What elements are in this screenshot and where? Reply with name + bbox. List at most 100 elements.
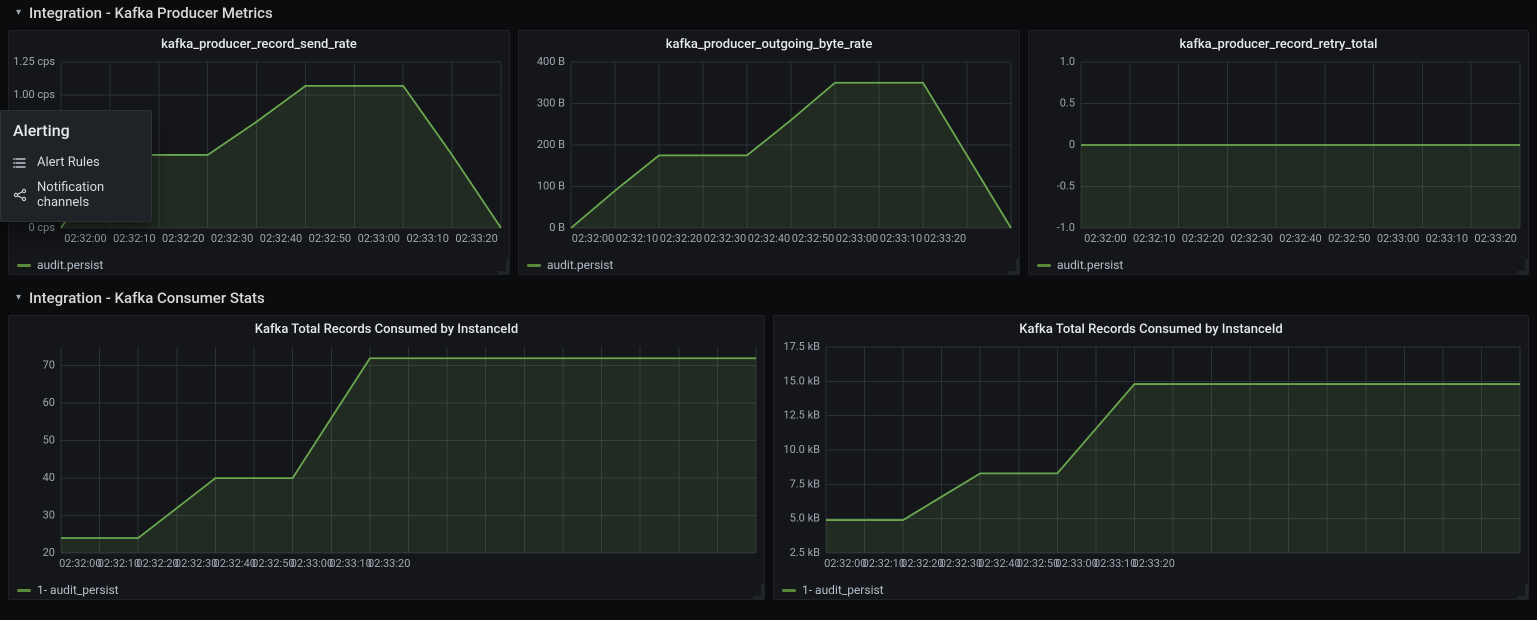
legend-swatch: [1037, 264, 1051, 267]
panel-records-consumed[interactable]: Kafka Total Records Consumed by Instance…: [8, 315, 765, 600]
alerting-popover: Alerting Alert Rules Notification channe…: [0, 110, 152, 222]
svg-text:02:33:00: 02:33:00: [358, 232, 400, 245]
legend-swatch: [17, 589, 31, 592]
popover-title: Alerting: [13, 121, 151, 140]
svg-text:02:32:20: 02:32:20: [1182, 232, 1224, 245]
panel-title: kafka_producer_outgoing_byte_rate: [519, 31, 1019, 56]
legend-label: audit.persist: [37, 258, 103, 272]
legend-swatch: [17, 264, 31, 267]
legend[interactable]: audit.persist: [519, 254, 1019, 278]
svg-text:200 B: 200 B: [537, 138, 565, 151]
svg-text:02:32:50: 02:32:50: [309, 232, 351, 245]
svg-text:02:32:30: 02:32:30: [1231, 232, 1273, 245]
svg-text:1.00 cps: 1.00 cps: [13, 88, 55, 101]
panel-retry-total[interactable]: kafka_producer_record_retry_total -1.0-0…: [1028, 30, 1529, 275]
svg-text:02:33:00: 02:33:00: [1055, 557, 1097, 570]
svg-text:20: 20: [43, 546, 55, 559]
svg-text:02:33:20: 02:33:20: [924, 232, 966, 245]
svg-text:02:32:50: 02:32:50: [1017, 557, 1059, 570]
svg-text:400 B: 400 B: [537, 56, 565, 68]
svg-text:02:32:50: 02:32:50: [252, 557, 294, 570]
svg-text:50: 50: [43, 434, 55, 447]
svg-text:02:33:20: 02:33:20: [368, 557, 410, 570]
svg-text:02:33:10: 02:33:10: [1094, 557, 1136, 570]
chart-svg: 2.5 kB5.0 kB7.5 kB10.0 kB12.5 kB15.0 kB1…: [774, 341, 1528, 575]
resize-handle-icon[interactable]: [1517, 259, 1528, 274]
resize-handle-icon[interactable]: [1008, 259, 1019, 274]
svg-text:02:32:30: 02:32:30: [211, 232, 253, 245]
chevron-down-icon: ▾: [16, 292, 21, 303]
svg-text:0.5: 0.5: [1060, 97, 1075, 110]
chart-svg: -1.0-0.500.51.002:32:0002:32:1002:32:200…: [1029, 56, 1528, 250]
svg-text:02:32:30: 02:32:30: [704, 232, 746, 245]
svg-text:02:32:40: 02:32:40: [260, 232, 302, 245]
legend-label: audit.persist: [1057, 258, 1123, 272]
svg-text:02:32:50: 02:32:50: [792, 232, 834, 245]
svg-text:02:32:40: 02:32:40: [978, 557, 1020, 570]
panel-title: kafka_producer_record_retry_total: [1029, 31, 1528, 56]
svg-text:02:33:20: 02:33:20: [455, 232, 497, 245]
svg-text:02:32:20: 02:32:20: [660, 232, 702, 245]
svg-text:02:32:10: 02:32:10: [863, 557, 905, 570]
panel-outgoing-byte-rate[interactable]: kafka_producer_outgoing_byte_rate 0 B 100…: [518, 30, 1020, 275]
svg-text:02:32:50: 02:32:50: [1328, 232, 1370, 245]
share-icon: [13, 188, 27, 202]
svg-text:02:33:00: 02:33:00: [1377, 232, 1419, 245]
row-header-consumer[interactable]: ▾ Integration - Kafka Consumer Stats: [6, 285, 1531, 311]
svg-text:02:32:10: 02:32:10: [616, 232, 658, 245]
svg-text:02:32:00: 02:32:00: [824, 557, 866, 570]
svg-text:02:32:10: 02:32:10: [113, 232, 155, 245]
resize-handle-icon[interactable]: [498, 259, 509, 274]
svg-text:02:32:20: 02:32:20: [136, 557, 178, 570]
svg-text:02:32:10: 02:32:10: [1133, 232, 1175, 245]
svg-text:7.5 kB: 7.5 kB: [790, 477, 821, 490]
svg-text:-0.5: -0.5: [1057, 180, 1075, 193]
menu-item-notification-channels[interactable]: Notification channels: [1, 175, 151, 215]
svg-text:02:33:00: 02:33:00: [291, 557, 333, 570]
svg-text:02:33:10: 02:33:10: [329, 557, 371, 570]
legend[interactable]: audit.persist: [1029, 254, 1528, 278]
panel-bytes-consumed[interactable]: Kafka Total Records Consumed by Instance…: [773, 315, 1529, 600]
svg-text:02:33:10: 02:33:10: [406, 232, 448, 245]
svg-text:5.0 kB: 5.0 kB: [790, 512, 821, 525]
menu-item-alert-rules[interactable]: Alert Rules: [1, 150, 151, 175]
row-title: Integration - Kafka Producer Metrics: [29, 4, 273, 22]
legend-swatch: [782, 589, 796, 592]
chart-svg: 0 B100 B200 B300 B400 B02:32:0002:32:100…: [519, 56, 1019, 250]
svg-text:0 B: 0 B: [549, 221, 565, 234]
menu-item-label: Alert Rules: [37, 155, 100, 170]
svg-text:02:32:00: 02:32:00: [64, 232, 106, 245]
menu-item-label: Notification channels: [37, 180, 139, 210]
svg-text:1.0: 1.0: [1060, 56, 1075, 68]
svg-text:17.5 kB: 17.5 kB: [783, 341, 820, 353]
legend[interactable]: 1- audit_persist: [9, 579, 764, 603]
svg-text:02:32:00: 02:32:00: [1084, 232, 1126, 245]
svg-text:10.0 kB: 10.0 kB: [783, 443, 820, 456]
svg-text:02:33:00: 02:33:00: [836, 232, 878, 245]
svg-text:02:32:20: 02:32:20: [162, 232, 204, 245]
legend[interactable]: audit.persist: [9, 254, 509, 278]
svg-text:0: 0: [1069, 138, 1075, 151]
svg-text:02:32:30: 02:32:30: [175, 557, 217, 570]
svg-text:100 B: 100 B: [537, 180, 565, 193]
legend[interactable]: 1- audit_persist: [774, 579, 1528, 603]
resize-handle-icon[interactable]: [753, 584, 764, 599]
legend-label: audit.persist: [547, 258, 613, 272]
svg-text:15.0 kB: 15.0 kB: [783, 374, 820, 387]
svg-text:300 B: 300 B: [537, 97, 565, 110]
svg-text:02:32:40: 02:32:40: [1279, 232, 1321, 245]
chevron-down-icon: ▾: [16, 7, 21, 18]
row-title: Integration - Kafka Consumer Stats: [29, 289, 265, 307]
panel-title: Kafka Total Records Consumed by Instance…: [774, 316, 1528, 341]
svg-text:02:33:10: 02:33:10: [880, 232, 922, 245]
svg-text:02:32:30: 02:32:30: [940, 557, 982, 570]
list-icon: [13, 156, 27, 170]
legend-label: 1- audit_persist: [37, 583, 119, 597]
svg-text:30: 30: [43, 509, 55, 522]
resize-handle-icon[interactable]: [1517, 584, 1528, 599]
svg-text:02:33:20: 02:33:20: [1474, 232, 1516, 245]
row-header-producer[interactable]: ▾ Integration - Kafka Producer Metrics: [6, 0, 1531, 26]
svg-text:1.25 cps: 1.25 cps: [13, 56, 55, 68]
svg-text:12.5 kB: 12.5 kB: [783, 409, 820, 422]
svg-text:70: 70: [43, 359, 55, 372]
